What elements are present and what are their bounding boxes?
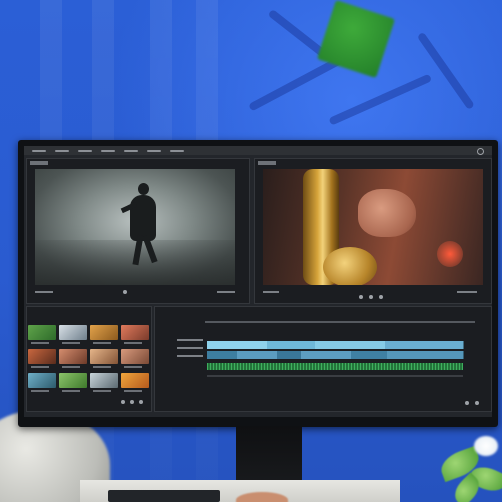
stage-light: [437, 241, 463, 267]
program-viewer-panel: [254, 158, 492, 304]
hand: [236, 492, 288, 502]
monitor: [18, 140, 498, 427]
media-thumbnail[interactable]: [59, 373, 87, 388]
video-track-1[interactable]: [207, 341, 464, 349]
menu-item[interactable]: [147, 149, 161, 152]
dancer-video-preview[interactable]: [35, 169, 235, 285]
bin-control-icon[interactable]: [130, 400, 134, 404]
video-clip[interactable]: [301, 351, 352, 359]
zoom-icon[interactable]: [465, 401, 469, 405]
thumbnail-label: [31, 342, 49, 344]
thumbnail-label: [93, 390, 111, 392]
thumbnail-label: [93, 366, 111, 368]
timecode: [263, 291, 279, 293]
video-clip[interactable]: [277, 351, 302, 359]
step-icon[interactable]: [369, 295, 373, 299]
video-track-2[interactable]: [207, 351, 464, 359]
video-clip[interactable]: [267, 341, 316, 349]
menu-item[interactable]: [124, 149, 138, 152]
media-thumbnail[interactable]: [28, 373, 56, 388]
duration: [457, 291, 477, 293]
thumbnail-label: [62, 366, 80, 368]
media-thumbnail[interactable]: [28, 349, 56, 364]
saxophone-video-preview[interactable]: [263, 169, 483, 285]
media-thumbnail[interactable]: [90, 325, 118, 340]
player-hand: [358, 189, 416, 237]
wall-decor-line: [416, 31, 475, 111]
source-viewer-panel: [26, 158, 250, 304]
audio-track[interactable]: [207, 363, 463, 370]
media-thumbnail[interactable]: [28, 325, 56, 340]
thumbnail-label: [93, 342, 111, 344]
thumbnail-label: [124, 342, 142, 344]
media-thumbnail[interactable]: [90, 373, 118, 388]
thumbnail-label: [31, 366, 49, 368]
timeline-panel: [154, 306, 492, 412]
dancer-head: [138, 183, 149, 195]
play-icon[interactable]: [359, 295, 363, 299]
panel-tab[interactable]: [258, 161, 276, 165]
saxophone-bell: [323, 247, 377, 285]
media-thumbnail[interactable]: [121, 325, 149, 340]
track-label: [177, 347, 203, 349]
thumbnail-label: [62, 390, 80, 392]
timeline-ruler[interactable]: [205, 321, 475, 323]
keyboard: [108, 490, 220, 502]
empty-track: [207, 375, 463, 377]
video-clip[interactable]: [351, 351, 388, 359]
wall-decor-line: [328, 73, 433, 126]
step-icon[interactable]: [379, 295, 383, 299]
close-icon[interactable]: [477, 148, 484, 155]
media-thumbnail[interactable]: [90, 349, 118, 364]
menu-item[interactable]: [170, 149, 184, 152]
video-clip[interactable]: [207, 351, 238, 359]
media-thumbnail[interactable]: [59, 325, 87, 340]
photo-scene: [0, 0, 502, 502]
bin-control-icon[interactable]: [139, 400, 143, 404]
play-icon[interactable]: [123, 290, 127, 294]
menu-item[interactable]: [101, 149, 115, 152]
menu-bar: [24, 146, 492, 155]
media-thumbnail[interactable]: [121, 373, 149, 388]
menu-item[interactable]: [78, 149, 92, 152]
menu-item[interactable]: [32, 149, 46, 152]
timecode: [35, 291, 53, 293]
media-thumbnail[interactable]: [59, 349, 87, 364]
zoom-icon[interactable]: [475, 401, 479, 405]
menu-item[interactable]: [55, 149, 69, 152]
thumbnail-label: [62, 342, 80, 344]
media-thumbnail[interactable]: [121, 349, 149, 364]
track-label: [177, 355, 203, 357]
thumbnail-label: [124, 390, 142, 392]
video-clip[interactable]: [387, 351, 464, 359]
editor-screen: [24, 146, 492, 417]
bin-control-icon[interactable]: [121, 400, 125, 404]
video-clip[interactable]: [237, 351, 278, 359]
duration: [217, 291, 235, 293]
video-clip[interactable]: [207, 341, 268, 349]
track-label: [177, 339, 203, 341]
panel-tab[interactable]: [30, 161, 48, 165]
media-bin-panel: [26, 306, 152, 412]
video-clip[interactable]: [385, 341, 464, 349]
video-clip[interactable]: [315, 341, 386, 349]
white-flower: [474, 436, 498, 456]
thumbnail-label: [31, 390, 49, 392]
thumbnail-label: [124, 366, 142, 368]
